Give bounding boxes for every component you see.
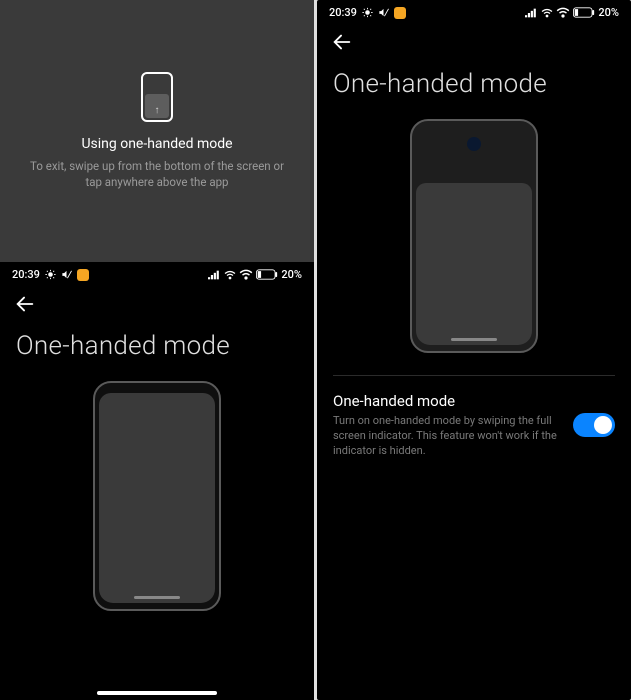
setting-description: Turn on one-handed mode by swiping the f… — [333, 414, 561, 459]
wifi-icon — [556, 7, 570, 18]
phone-one-handed-illustration-icon — [410, 119, 538, 353]
wifi-aux-icon — [224, 270, 236, 280]
one-handed-toggle[interactable] — [573, 413, 615, 437]
illustration — [317, 113, 631, 353]
overlay-title: Using one-handed mode — [81, 136, 232, 152]
one-handed-overlay[interactable]: Using one-handed mode To exit, swipe up … — [0, 0, 314, 262]
mute-icon — [61, 269, 72, 280]
signal-icon — [208, 270, 221, 280]
battery-icon — [256, 269, 278, 280]
app-badge-icon — [77, 269, 89, 281]
android-debug-icon — [45, 269, 56, 280]
battery-percentage: 20% — [598, 6, 619, 19]
left-screenshot: Using one-handed mode To exit, swipe up … — [0, 0, 314, 700]
status-bar: 20:39 20% — [0, 262, 314, 283]
status-time: 20:39 — [329, 6, 357, 19]
battery-icon — [573, 7, 595, 18]
wifi-aux-icon — [541, 8, 553, 18]
back-arrow-icon[interactable] — [331, 31, 353, 53]
status-time: 20:39 — [12, 268, 40, 281]
mute-icon — [378, 7, 389, 18]
page-title: One-handed mode — [0, 325, 314, 375]
app-badge-icon — [394, 7, 406, 19]
one-handed-glyph-icon — [141, 72, 173, 122]
android-debug-icon — [362, 7, 373, 18]
page-title: One-handed mode — [317, 63, 631, 113]
phone-illustration-icon — [93, 381, 221, 611]
battery-percentage: 20% — [281, 268, 302, 281]
wifi-icon — [239, 269, 253, 280]
illustration — [0, 375, 314, 611]
overlay-description: To exit, swipe up from the bottom of the… — [30, 158, 284, 190]
setting-title: One-handed mode — [333, 392, 561, 410]
signal-icon — [525, 8, 538, 18]
right-screenshot: 20:39 20% One-handed mode One-handed mod… — [317, 0, 631, 700]
settings-screen-lowered: 20:39 20% One-handed mode — [0, 262, 314, 700]
status-bar: 20:39 20% — [317, 0, 631, 21]
one-handed-mode-setting[interactable]: One-handed mode Turn on one-handed mode … — [317, 376, 631, 459]
home-indicator[interactable] — [97, 691, 217, 695]
back-arrow-icon[interactable] — [14, 293, 36, 315]
